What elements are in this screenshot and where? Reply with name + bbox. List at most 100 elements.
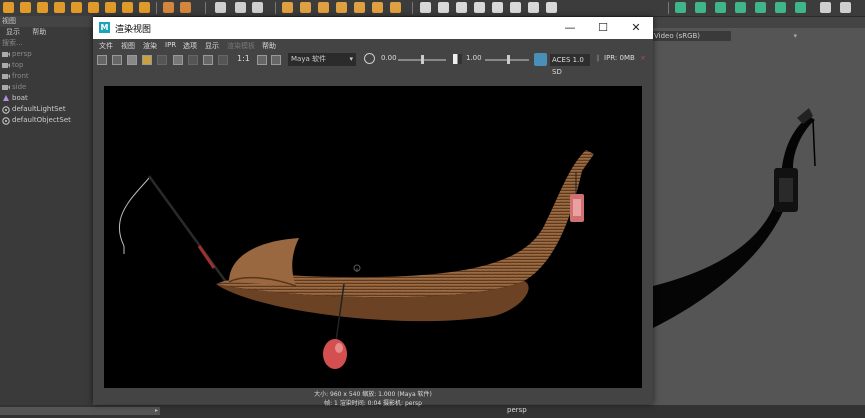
view-transform-label[interactable]: ACES 1.0 SD (550, 54, 590, 76)
shelf-tool-icon[interactable] (755, 2, 766, 13)
shelf-tool-icon[interactable] (180, 2, 191, 13)
pixel-aspect-icon[interactable] (257, 55, 267, 65)
shelf-tool-icon[interactable] (139, 2, 150, 13)
shelf-tool-icon[interactable] (252, 2, 263, 13)
menu-help[interactable]: 帮助 (262, 41, 276, 51)
shelf-tool-icon[interactable] (420, 2, 431, 13)
mesh-icon (2, 95, 10, 102)
show-region-icon[interactable] (271, 55, 281, 65)
renderer-dropdown[interactable]: Maya 软件 ▾ (288, 53, 356, 66)
shelf-tool-icon[interactable] (438, 2, 449, 13)
render-region-icon[interactable] (112, 55, 122, 65)
menu-options[interactable]: 选项 (183, 41, 197, 51)
shelf-tool-icon[interactable] (675, 2, 686, 13)
shelf-tool-icon[interactable] (282, 2, 293, 13)
shelf-tool-icon[interactable] (71, 2, 82, 13)
shelf-tool-icon[interactable] (528, 2, 539, 13)
render-view-titlebar[interactable]: M 渲染视图 — ☐ ✕ (93, 17, 653, 39)
outliner-item-front[interactable]: front (0, 71, 93, 82)
close-ipr-icon[interactable]: × (640, 54, 646, 62)
rgb-channels-icon[interactable] (203, 55, 213, 65)
shelf-tool-icon[interactable] (3, 2, 14, 13)
shelf-tool-icon[interactable] (820, 2, 831, 13)
shelf-tool-icon[interactable] (775, 2, 786, 13)
shelf-tool-icon[interactable] (215, 2, 226, 13)
pause-ipr-icon[interactable]: ∥ (596, 54, 600, 62)
outliner-item-defaultlightset[interactable]: defaultLightSet (0, 104, 93, 115)
shelf-tool-icon[interactable] (695, 2, 706, 13)
menu-ipr[interactable]: IPR (165, 41, 176, 49)
camera-icon (2, 51, 10, 58)
exposure-value[interactable]: 0.00 (381, 54, 397, 62)
shelf-tool-icon[interactable] (456, 2, 467, 13)
shelf-tool-icon[interactable] (336, 2, 347, 13)
redo-render-icon[interactable] (97, 55, 107, 65)
real-size-button[interactable]: 1:1 (237, 54, 250, 63)
render-image-canvas[interactable] (104, 86, 642, 388)
menu-file[interactable]: 文件 (99, 41, 113, 51)
shelf-tool-icon[interactable] (840, 2, 851, 13)
ipr-render-icon[interactable] (173, 55, 183, 65)
shelf-tool-icon[interactable] (105, 2, 116, 13)
camera-icon (2, 73, 10, 80)
color-management-toggle[interactable] (534, 53, 547, 66)
outliner-item-top[interactable]: top (0, 60, 93, 71)
outliner-item-label: defaultLightSet (12, 105, 66, 113)
outliner-menu-display[interactable]: 显示 (6, 28, 20, 36)
shelf-tool-icon[interactable] (122, 2, 133, 13)
outliner-menu-help[interactable]: 帮助 (32, 28, 46, 36)
shelf-tool-icon[interactable] (54, 2, 65, 13)
menu-render-template[interactable]: 渲染模板 (227, 41, 255, 51)
shelf-tool-icon[interactable] (37, 2, 48, 13)
shelf-tool-icon[interactable] (163, 2, 174, 13)
scroll-right-icon[interactable]: ▸ (155, 407, 158, 414)
shelf-tool-icon[interactable] (735, 2, 746, 13)
shelf-tool-icon[interactable] (510, 2, 521, 13)
horizontal-scrollbar[interactable] (0, 407, 160, 415)
alpha-channel-icon[interactable] (218, 55, 228, 65)
outliner-item-label: boat (12, 94, 28, 102)
shelf-tool-icon[interactable] (235, 2, 246, 13)
render-view-toolbar: 1:1 Maya 软件 ▾ 0.00 1.00 ACES 1.0 SD ∥ IP… (93, 51, 653, 76)
outliner-menu-view[interactable]: 视图 (2, 17, 16, 25)
color-space-dropdown[interactable]: Video (sRGB) ▾ (652, 31, 797, 41)
refresh-ipr-icon[interactable] (188, 55, 198, 65)
outliner-search-input[interactable]: 搜索... (0, 38, 93, 49)
snapshot-icon[interactable] (127, 55, 137, 65)
shelf-tool-icon[interactable] (492, 2, 503, 13)
menu-display[interactable]: 显示 (205, 41, 219, 51)
shelf-tool-icon[interactable] (300, 2, 311, 13)
shelf-tool-icon[interactable] (372, 2, 383, 13)
shelf-tool-icon[interactable] (715, 2, 726, 13)
gamma-value[interactable]: 1.00 (466, 54, 482, 62)
outliner-item-defaultobjectset[interactable]: defaultObjectSet (0, 115, 93, 126)
exposure-slider-knob[interactable] (421, 55, 424, 64)
renderer-label: Maya 软件 (291, 55, 326, 63)
keep-image-icon[interactable] (142, 55, 152, 65)
shelf-tool-icon[interactable] (390, 2, 401, 13)
remove-image-icon[interactable] (157, 55, 167, 65)
shelf-tool-icon[interactable] (318, 2, 329, 13)
shelf-tool-icon[interactable] (546, 2, 557, 13)
outliner-item-side[interactable]: side (0, 82, 93, 93)
shelf-tool-icon[interactable] (795, 2, 806, 13)
minimize-button[interactable]: — (563, 21, 577, 35)
menu-view[interactable]: 视图 (121, 41, 135, 51)
gamma-icon[interactable] (453, 54, 462, 64)
outliner-item-label: front (12, 72, 29, 80)
shelf-tool-icon[interactable] (20, 2, 31, 13)
exposure-icon[interactable] (364, 53, 375, 64)
render-view-window[interactable]: M 渲染视图 — ☐ ✕ 文件 视图 渲染 IPR 选项 显示 渲染模板 帮助 … (93, 17, 653, 407)
chevron-down-icon: ▾ (793, 32, 797, 40)
outliner-item-persp[interactable]: persp (0, 49, 93, 60)
gamma-slider-knob[interactable] (507, 55, 510, 64)
menu-render[interactable]: 渲染 (143, 41, 157, 51)
close-button[interactable]: ✕ (629, 21, 643, 35)
maximize-button[interactable]: ☐ (596, 21, 610, 35)
outliner-item-boat[interactable]: boat (0, 93, 93, 104)
shelf-tool-icon[interactable] (474, 2, 485, 13)
shelf-tool-icon[interactable] (88, 2, 99, 13)
shelf-divider (668, 2, 669, 14)
shelf-tool-icon[interactable] (354, 2, 365, 13)
outliner-item-label: top (12, 61, 24, 69)
